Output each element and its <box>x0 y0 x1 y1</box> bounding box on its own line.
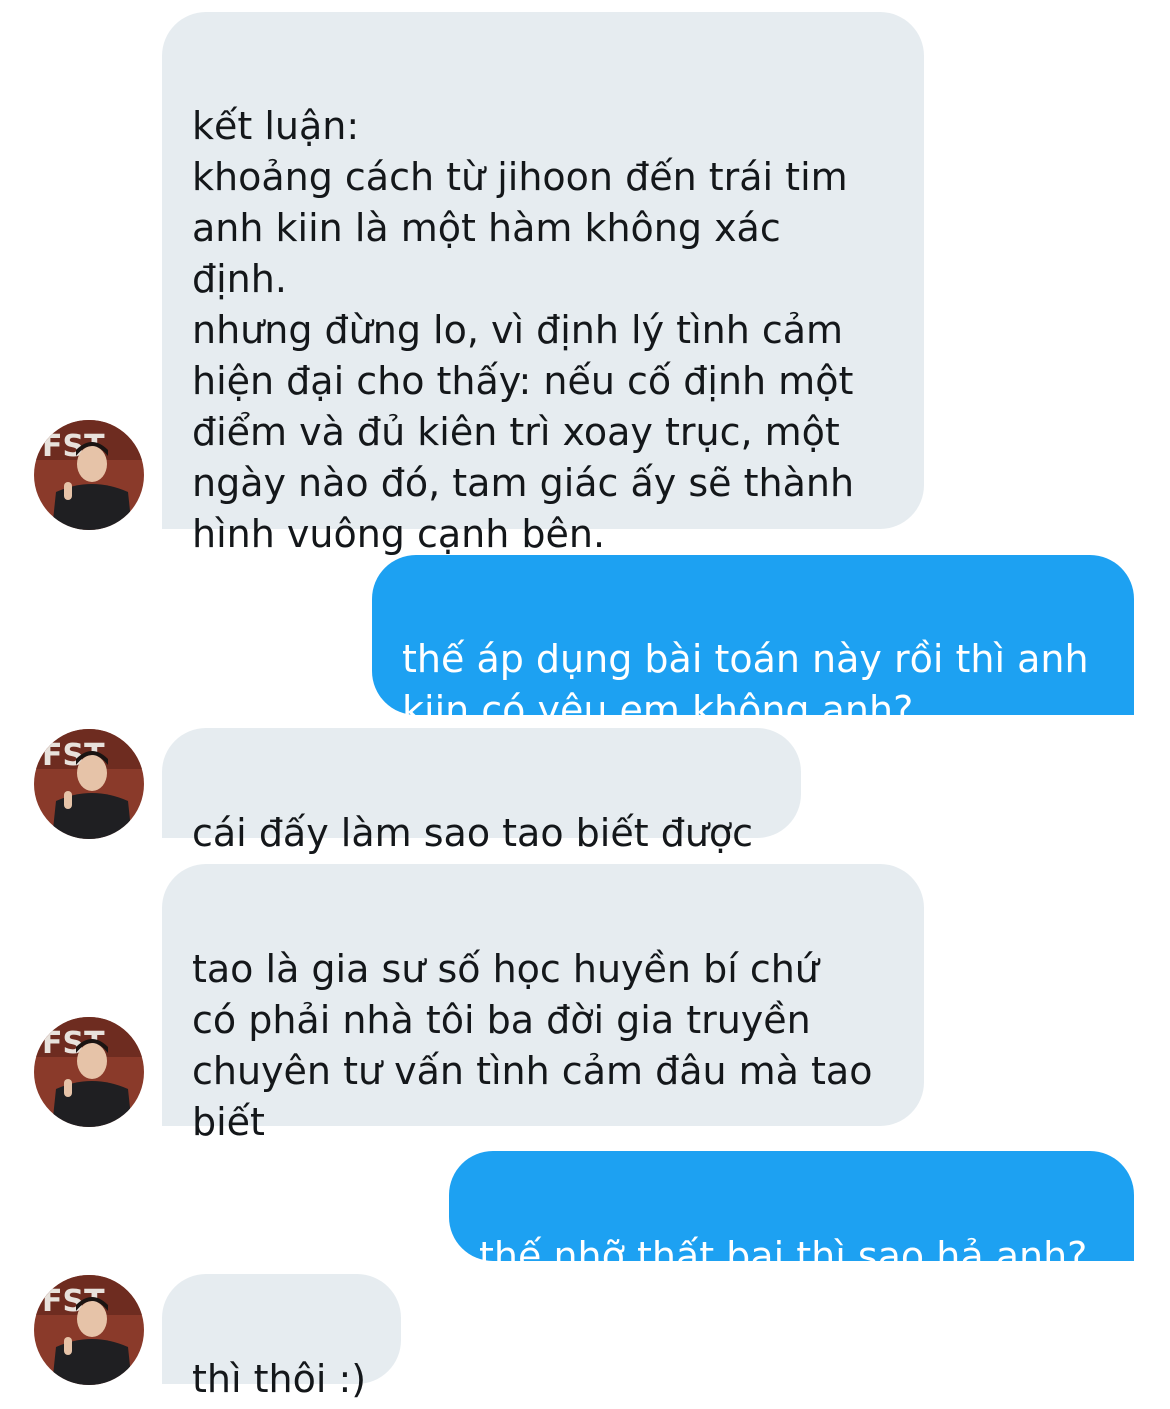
message-text: thế áp dụng bài toán này rồi thì anh kii… <box>402 637 1089 732</box>
avatar[interactable]: FST <box>34 1017 144 1127</box>
avatar[interactable]: FST <box>34 1275 144 1385</box>
message-text: tao là gia sư số học huyền bí chứ có phả… <box>192 947 873 1144</box>
message-text: kết luận: khoảng cách từ jihoon đến trái… <box>192 104 855 556</box>
message-text: thì thôi :) <box>192 1357 367 1401</box>
message-text: thế nhỡ thất bại thì sao hả anh? <box>479 1234 1088 1278</box>
user-avatar-icon: FST <box>34 1017 144 1127</box>
message-bubble-outgoing: thế áp dụng bài toán này rồi thì anh kii… <box>372 555 1134 732</box>
user-avatar-icon: FST <box>34 729 144 839</box>
message-bubble-incoming: cái đấy làm sao tao biết được <box>162 728 801 855</box>
avatar[interactable]: FST <box>34 420 144 530</box>
message-bubble-incoming: kết luận: khoảng cách từ jihoon đến trái… <box>162 12 924 556</box>
message-bubble-incoming: thì thôi :) <box>162 1274 401 1401</box>
message-text: cái đấy làm sao tao biết được <box>192 811 754 855</box>
user-avatar-icon: FST <box>34 1275 144 1385</box>
message-bubble-outgoing: thế nhỡ thất bại thì sao hả anh? <box>449 1151 1134 1278</box>
avatar[interactable]: FST <box>34 729 144 839</box>
message-bubble-incoming: tao là gia sư số học huyền bí chứ có phả… <box>162 864 924 1144</box>
user-avatar-icon: FST <box>34 420 144 530</box>
